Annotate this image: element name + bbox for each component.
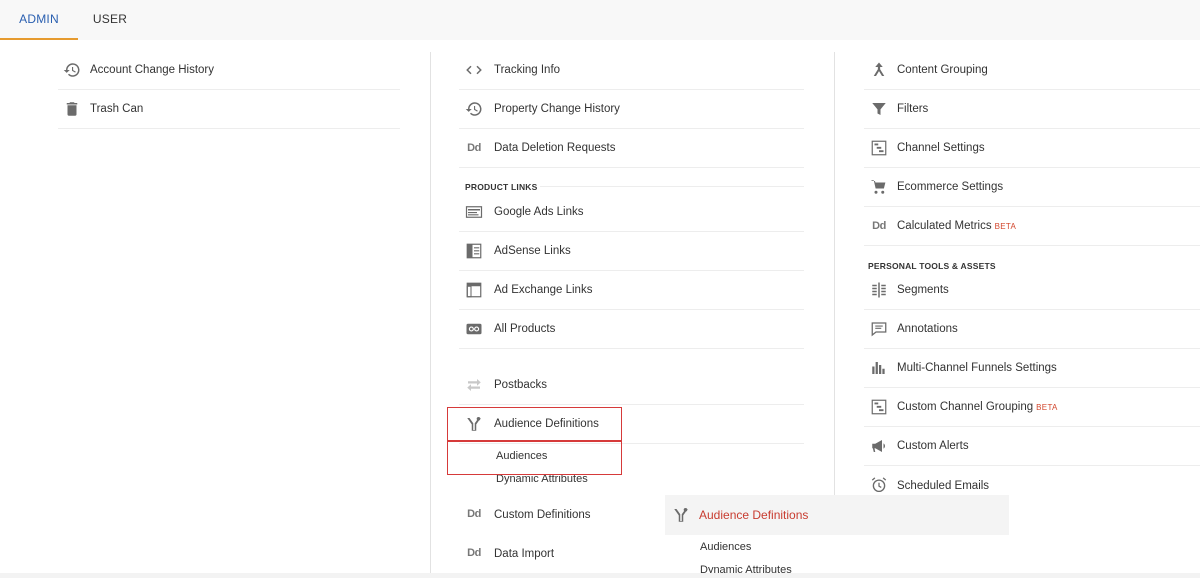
item-label: Trash Can <box>90 103 144 115</box>
calculated-metrics-item[interactable]: Dd Calculated Metrics BETA <box>864 207 1200 246</box>
item-label: All Products <box>494 323 556 335</box>
item-label: Channel Settings <box>897 142 985 154</box>
custom-definitions-item[interactable]: Dd Custom Definitions <box>459 495 659 534</box>
adsense-icon <box>465 242 483 260</box>
trash-can-item[interactable]: Trash Can <box>58 90 400 129</box>
item-label: Segments <box>897 284 949 296</box>
product-links-heading: PRODUCT LINKS <box>465 182 538 192</box>
item-label: Custom Alerts <box>897 440 969 452</box>
data-deletion-requests-item[interactable]: Dd Data Deletion Requests <box>459 129 804 168</box>
segments-item[interactable]: Segments <box>864 271 1200 310</box>
account-change-history-item[interactable]: Account Change History <box>58 51 400 90</box>
item-label-text: Calculated Metrics <box>897 220 992 232</box>
content-grouping-item[interactable]: Content Grouping <box>864 51 1200 90</box>
segments-icon <box>870 281 888 299</box>
cart-icon <box>870 178 888 196</box>
filter-icon <box>870 100 888 118</box>
dd-icon: Dd <box>467 508 481 520</box>
audience-icon <box>672 506 690 524</box>
google-ads-links-item[interactable]: Google Ads Links <box>459 193 804 232</box>
trash-icon <box>63 100 81 118</box>
item-label: AdSense Links <box>494 245 571 257</box>
item-label: Custom Channel Grouping BETA <box>897 401 1058 413</box>
item-label: Content Grouping <box>897 64 988 76</box>
item-label: Custom Definitions <box>494 508 591 521</box>
history-icon <box>63 61 81 79</box>
audience-definitions-popup: Audience Definitions Audiences Dynamic A… <box>651 495 1011 578</box>
data-import-item[interactable]: Dd Data Import <box>459 534 659 573</box>
item-label: Calculated Metrics BETA <box>897 220 1016 232</box>
adsense-links-item[interactable]: AdSense Links <box>459 232 804 271</box>
popup-audience-definitions-item[interactable]: Audience Definitions <box>665 495 1009 535</box>
audiences-link[interactable]: Audiences <box>496 450 547 462</box>
annotation-icon <box>870 320 888 338</box>
content-grouping-icon <box>870 61 888 79</box>
audience-definitions-item[interactable]: Audience Definitions <box>459 405 804 444</box>
dd-icon: Dd <box>872 220 886 232</box>
history-icon <box>465 100 483 118</box>
channel-settings-item[interactable]: Channel Settings <box>864 129 1200 168</box>
item-label: Audience Definitions <box>494 418 599 430</box>
popup-title: Audience Definitions <box>699 508 809 522</box>
beta-badge: BETA <box>994 222 1017 231</box>
ad-exchange-links-item[interactable]: Ad Exchange Links <box>459 271 804 310</box>
megaphone-icon <box>870 437 888 455</box>
popup-audiences-link[interactable]: Audiences <box>700 541 751 553</box>
annotations-item[interactable]: Annotations <box>864 310 1200 349</box>
column-divider <box>834 52 835 496</box>
item-label: Data Import <box>494 547 555 560</box>
all-products-item[interactable]: All Products <box>459 310 804 349</box>
postbacks-item[interactable]: Postbacks <box>459 366 804 405</box>
item-label: Multi-Channel Funnels Settings <box>897 362 1057 374</box>
alarm-icon <box>870 476 888 494</box>
code-icon <box>465 61 483 79</box>
postbacks-icon <box>465 376 483 394</box>
item-label: Annotations <box>897 323 958 335</box>
custom-alerts-item[interactable]: Custom Alerts <box>864 427 1200 466</box>
all-products-icon <box>465 320 483 338</box>
ads-icon <box>465 203 483 221</box>
audience-icon <box>465 415 483 433</box>
bar-chart-icon <box>870 359 888 377</box>
item-label: Data Deletion Requests <box>494 142 616 154</box>
property-change-history-item[interactable]: Property Change History <box>459 90 804 129</box>
custom-channel-grouping-item[interactable]: Custom Channel Grouping BETA <box>864 388 1200 427</box>
item-label: Ad Exchange Links <box>494 284 593 296</box>
channel-icon <box>870 398 888 416</box>
item-label: Google Ads Links <box>494 206 584 218</box>
adexchange-icon <box>465 281 483 299</box>
item-label: Postbacks <box>494 379 548 391</box>
filters-item[interactable]: Filters <box>864 90 1200 129</box>
beta-badge: BETA <box>1036 403 1058 412</box>
ecommerce-settings-item[interactable]: Ecommerce Settings <box>864 168 1200 207</box>
channel-icon <box>870 139 888 157</box>
item-label: Ecommerce Settings <box>897 181 1004 193</box>
multi-channel-funnels-settings-item[interactable]: Multi-Channel Funnels Settings <box>864 349 1200 388</box>
tracking-info-item[interactable]: Tracking Info <box>459 51 804 90</box>
item-label: Scheduled Emails <box>897 479 990 492</box>
item-label-text: Custom Channel Grouping <box>897 401 1034 413</box>
item-label: Tracking Info <box>494 64 561 76</box>
item-label: Account Change History <box>90 64 215 76</box>
item-label: Property Change History <box>494 103 620 115</box>
dynamic-attributes-link[interactable]: Dynamic Attributes <box>496 473 588 485</box>
section-divider <box>540 186 804 187</box>
tab-user[interactable]: USER <box>85 0 135 40</box>
dd-icon: Dd <box>467 142 481 154</box>
tab-admin[interactable]: ADMIN <box>0 0 78 40</box>
item-label: Filters <box>897 103 929 115</box>
top-bar: ADMIN USER <box>0 0 1200 40</box>
bottom-strip <box>0 573 1200 578</box>
personal-tools-heading: PERSONAL TOOLS & ASSETS <box>868 261 996 271</box>
dd-icon: Dd <box>467 547 481 559</box>
column-divider <box>430 52 431 578</box>
